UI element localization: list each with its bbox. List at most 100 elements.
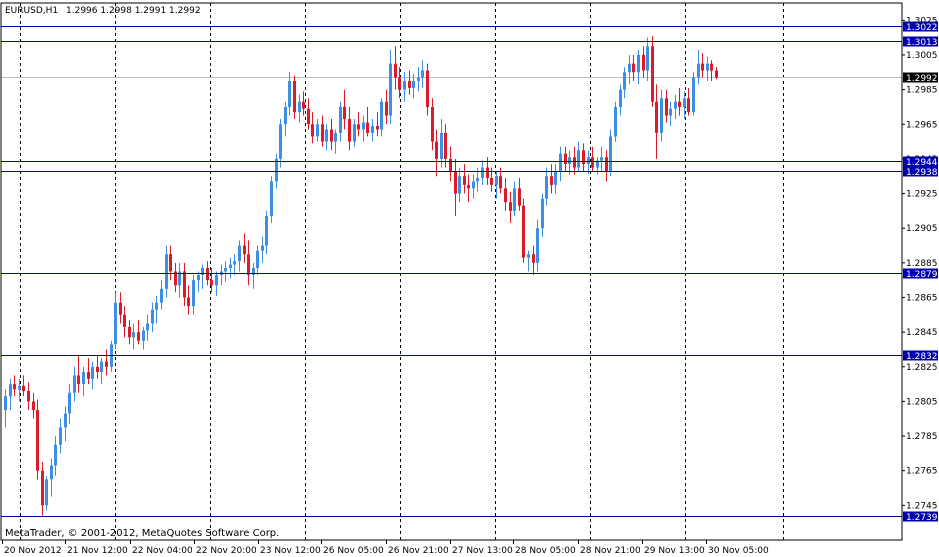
candle-body	[275, 158, 278, 182]
candle-body	[541, 198, 544, 229]
candle-body	[4, 396, 7, 411]
candle-body	[376, 125, 379, 130]
candle-body	[132, 332, 135, 338]
candle-body	[715, 70, 718, 78]
candle-body	[146, 323, 149, 331]
candle-body	[206, 268, 209, 281]
level-label: 1.3022	[906, 23, 938, 33]
candle-body	[270, 181, 273, 217]
x-tick-label: 26 Nov 05:00	[323, 546, 384, 556]
y-tick-label: 1.2925	[906, 190, 938, 200]
y-tick-label: 1.2865	[906, 293, 938, 303]
candle-body	[256, 250, 259, 269]
candle-body	[160, 288, 163, 303]
candle-body	[628, 63, 631, 73]
candle-body	[50, 465, 53, 480]
candle-body	[683, 98, 686, 107]
candle-body	[73, 375, 76, 393]
candle-body	[165, 254, 168, 289]
candle-body	[169, 254, 172, 272]
candle-body	[522, 205, 525, 258]
x-tick-label: 26 Nov 21:00	[388, 546, 449, 556]
candle-body	[527, 254, 530, 258]
candle-body	[591, 157, 594, 168]
chart-ohlc: 1.2996 1.2998 1.2991 1.2992	[66, 6, 201, 16]
candle	[36, 399, 39, 480]
candle-body	[339, 106, 342, 133]
x-tick-label: 30 Nov 05:00	[708, 546, 769, 556]
candle-body	[192, 280, 195, 307]
x-tick-label: 22 Nov 20:00	[196, 546, 257, 556]
candle-body	[197, 274, 200, 281]
level-label: 1.2879	[906, 270, 938, 280]
bid-price-label: 1.2992	[903, 72, 938, 84]
candle-body	[467, 184, 470, 189]
candle-body	[509, 202, 512, 211]
candle-body	[458, 176, 461, 194]
candle-body	[568, 157, 571, 165]
candle-body	[96, 366, 99, 372]
candle-body	[284, 106, 287, 125]
candle-body	[655, 101, 658, 133]
candle-body	[353, 124, 356, 142]
candle-body	[687, 98, 690, 113]
candle-body	[665, 98, 668, 116]
candle-body	[183, 271, 186, 298]
candle-body	[142, 330, 145, 341]
candle-body	[366, 122, 369, 133]
candle-body	[642, 54, 645, 71]
candle-body	[261, 245, 264, 251]
candle-body	[394, 63, 397, 78]
candle-body	[486, 167, 489, 178]
candle-body	[59, 427, 62, 445]
candle-body	[678, 101, 681, 107]
candle-body	[577, 150, 580, 168]
candle-body	[490, 177, 493, 185]
candle-body	[123, 314, 126, 327]
candle-body	[646, 46, 649, 71]
copyright-label: MetaTrader, © 2001-2012, MetaQuotes Soft…	[5, 528, 279, 539]
candle-body	[697, 63, 700, 78]
level-label: 1.2739	[906, 513, 938, 523]
candle-body	[298, 101, 301, 113]
candle-body	[632, 63, 635, 73]
candle-body	[321, 124, 324, 142]
candle-body	[504, 188, 507, 203]
candle-body	[119, 302, 122, 315]
candle-body	[279, 124, 282, 159]
candle-body	[692, 77, 695, 113]
candle-body	[545, 176, 548, 199]
candle-body	[91, 366, 94, 379]
candle-body	[54, 444, 57, 466]
candle-body	[151, 309, 154, 324]
candle-body	[701, 63, 704, 71]
candle-body	[389, 63, 392, 116]
y-tick-label: 1.2905	[906, 224, 938, 234]
candle-body	[87, 371, 90, 379]
candle-body	[412, 80, 415, 88]
candle-body	[495, 176, 498, 185]
x-tick-label: 21 Nov 12:00	[67, 546, 128, 556]
candle-body	[619, 89, 622, 107]
candle-body	[302, 101, 305, 109]
candle-body	[325, 129, 328, 142]
y-tick-label: 1.2785	[906, 432, 938, 442]
y-tick-label: 1.2985	[906, 86, 938, 96]
y-tick-label: 1.2825	[906, 363, 938, 373]
candle-body	[105, 361, 108, 367]
candlestick-chart[interactable]: 1.30251.30051.29851.29651.29451.29251.29…	[0, 0, 939, 557]
candle-body	[398, 77, 401, 90]
candle-body	[440, 132, 443, 159]
candle-body	[9, 384, 12, 397]
candle-body	[454, 171, 457, 194]
candle-body	[13, 384, 16, 390]
candle-body	[45, 479, 48, 506]
candle	[45, 475, 48, 511]
candle-body	[481, 167, 484, 178]
candle-body	[100, 361, 103, 372]
candle-body	[559, 153, 562, 172]
y-tick-label: 1.2765	[906, 467, 938, 477]
candle-body	[348, 119, 351, 142]
candle-body	[41, 470, 44, 506]
y-tick-label: 1.2845	[906, 328, 938, 338]
